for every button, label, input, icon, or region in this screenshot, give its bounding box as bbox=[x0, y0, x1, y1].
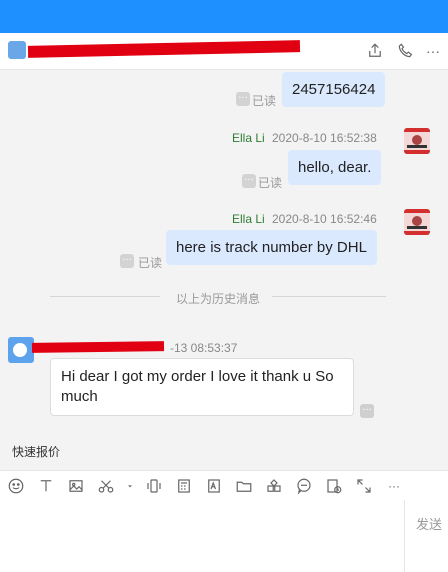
message-timestamp: 2020-8-10 16:52:38 bbox=[272, 131, 377, 145]
quick-quote-button[interactable]: 快速报价 bbox=[6, 442, 66, 462]
message-input[interactable] bbox=[0, 500, 404, 572]
sender-avatar[interactable] bbox=[404, 209, 430, 235]
emoji-icon[interactable] bbox=[6, 476, 26, 496]
incoming-message-bubble[interactable]: Hi dear I got my order I love it thank u… bbox=[50, 358, 354, 416]
calculator-icon[interactable] bbox=[174, 476, 194, 496]
send-button[interactable]: 发送 bbox=[416, 514, 442, 533]
title-bar bbox=[0, 0, 448, 33]
image-icon[interactable] bbox=[66, 476, 86, 496]
compose-area: 发送 bbox=[0, 500, 448, 572]
customer-avatar[interactable] bbox=[8, 337, 34, 363]
chat-window: ··· ··· 已读 2457156424 Ella Li 2020-8-10 … bbox=[0, 0, 448, 572]
read-receipt-icon: ··· bbox=[242, 174, 256, 188]
contact-avatar[interactable] bbox=[8, 41, 26, 59]
text-format-icon[interactable] bbox=[36, 476, 56, 496]
document-edit-icon[interactable] bbox=[204, 476, 224, 496]
sender-avatar[interactable] bbox=[404, 128, 430, 154]
read-status: 已读 bbox=[138, 256, 163, 270]
chat-header: ··· bbox=[0, 33, 448, 70]
chevron-down-icon[interactable] bbox=[126, 476, 134, 496]
history-divider-label: 以上为历史消息 bbox=[176, 292, 261, 306]
chat-bubble-icon[interactable] bbox=[294, 476, 314, 496]
read-receipt-icon: ··· bbox=[120, 254, 134, 268]
history-icon[interactable] bbox=[324, 476, 344, 496]
header-actions: ··· bbox=[366, 42, 440, 65]
message-timestamp: 2020-8-10 16:52:46 bbox=[272, 212, 377, 226]
incoming-timestamp: -13 08:53:37 bbox=[170, 341, 238, 355]
share-icon[interactable] bbox=[366, 42, 384, 65]
history-divider-left bbox=[50, 296, 160, 297]
call-icon[interactable] bbox=[396, 42, 414, 65]
more-icon[interactable]: ··· bbox=[384, 476, 404, 496]
expand-icon[interactable] bbox=[354, 476, 374, 496]
message-menu-icon[interactable]: ··· bbox=[360, 404, 374, 418]
outgoing-message-bubble[interactable]: here is track number by DHL bbox=[166, 230, 377, 265]
message-list: ··· 已读 2457156424 Ella Li 2020-8-10 16:5… bbox=[0, 70, 448, 442]
product-icon[interactable] bbox=[264, 476, 284, 496]
read-status: 已读 bbox=[252, 94, 277, 108]
outgoing-message-bubble[interactable]: hello, dear. bbox=[288, 150, 382, 185]
folder-icon[interactable] bbox=[234, 476, 254, 496]
history-divider-right bbox=[272, 296, 386, 297]
more-icon[interactable]: ··· bbox=[426, 42, 440, 65]
send-separator bbox=[404, 500, 405, 572]
message-sender: Ella Li bbox=[232, 212, 265, 226]
vibrate-icon[interactable] bbox=[144, 476, 164, 496]
read-status: 已读 bbox=[258, 176, 283, 190]
redacted-contact-name bbox=[27, 40, 301, 58]
redacted-customer-name bbox=[31, 341, 165, 353]
scissors-icon[interactable] bbox=[96, 476, 116, 496]
read-receipt-icon: ··· bbox=[236, 92, 250, 106]
compose-toolbar: ··· bbox=[0, 470, 448, 500]
outgoing-message-bubble[interactable]: 2457156424 bbox=[282, 72, 386, 107]
message-sender: Ella Li bbox=[232, 131, 265, 145]
